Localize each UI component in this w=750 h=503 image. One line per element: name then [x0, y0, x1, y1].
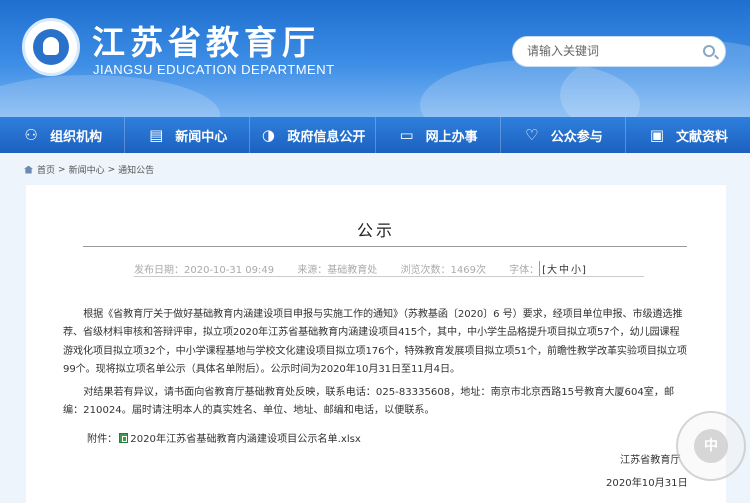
search-icon[interactable] [703, 45, 715, 57]
font-size-medium[interactable]: 中 [559, 265, 569, 276]
sign-date: 2020年10月31日 [606, 478, 688, 489]
breadcrumb: 首页 > 新闻中心 > 通知公告 [24, 163, 154, 176]
search-input[interactable] [527, 44, 697, 58]
nav-item-docs[interactable]: ▣ 文献资料 [626, 117, 750, 153]
article-source: 来源：基础教育处 [297, 265, 378, 276]
article-panel: 公示 发布日期：2020-10-31 09:49 来源：基础教育处 浏览次数：1… [26, 185, 726, 503]
article-paragraph: 根据《省教育厅关于做好基础教育内涵建设项目申报与实施工作的通知》（苏教基函〔20… [63, 309, 687, 375]
org-chart-icon: ⚇ [24, 126, 38, 144]
nav-item-label: 政府信息公开 [287, 129, 366, 145]
site-title[interactable]: 江苏省教育厅 [92, 16, 320, 64]
nav-item-label: 公众参与 [550, 129, 603, 145]
nav-item-label: 文献资料 [675, 129, 728, 145]
nav-item-label: 组织机构 [50, 129, 103, 145]
archive-icon: ▣ [649, 126, 665, 144]
site-logo[interactable] [22, 18, 80, 76]
seal-emblem-icon: 中 [694, 429, 728, 463]
attachment-link[interactable]: 2020年江苏省基础教育内涵建设项目公示名单.xlsx [130, 430, 361, 445]
view-count: 浏览次数：1469次 [400, 265, 486, 276]
breadcrumb-news[interactable]: 新闻中心 [69, 163, 105, 176]
signer: 江苏省教育厅 [620, 455, 681, 466]
breadcrumb-separator: > [107, 164, 116, 175]
home-icon [24, 165, 33, 174]
font-size-label: 字体： [509, 265, 540, 276]
article-paragraph: 对结果若有异议，请书面向省教育厅基础教育处反映，联系电话：025-8333560… [63, 387, 675, 417]
main-nav: ⚇ 组织机构 ▤ 新闻中心 ◑ 政府信息公开 ▭ 网上办事 ♡ 公众参与 ▣ 文献资料 [0, 117, 750, 153]
nav-item-public[interactable]: ♡ 公众参与 [501, 117, 626, 153]
nav-item-label: 网上办事 [425, 129, 478, 145]
monitor-icon: ▭ [399, 126, 414, 144]
logo-emblem-icon [33, 29, 69, 65]
nav-item-info[interactable]: ◑ 政府信息公开 [250, 117, 376, 153]
font-size-large[interactable]: 大 [547, 265, 557, 276]
nav-item-online[interactable]: ▭ 网上办事 [376, 117, 501, 153]
excel-file-icon [119, 432, 129, 443]
nav-item-org[interactable]: ⚇ 组织机构 [0, 117, 126, 153]
article-meta: 发布日期：2020-10-31 09:49 来源：基础教育处 浏览次数：1469… [134, 261, 608, 276]
heart-icon: ♡ [525, 126, 539, 144]
publish-time: 发布日期：2020-10-31 09:49 [134, 265, 275, 276]
breadcrumb-separator: > [58, 164, 66, 175]
school-watermark-seal: 中 [676, 411, 746, 481]
font-size-small[interactable]: 小 [571, 265, 581, 276]
nav-item-label: 新闻中心 [175, 129, 228, 145]
nav-item-news[interactable]: ▤ 新闻中心 [125, 117, 251, 153]
site-header: 江苏省教育厅 JIANGSU EDUCATION DEPARTMENT [0, 0, 750, 117]
attachment-label: 附件： [87, 434, 118, 445]
attachment: 附件： 2020年江苏省基础教育内涵建设项目公示名单.xlsx [87, 430, 361, 445]
breadcrumb-notices[interactable]: 通知公告 [118, 163, 154, 176]
site-subtitle: JIANGSU EDUCATION DEPARTMENT [93, 62, 335, 77]
title-divider [83, 246, 687, 247]
font-size-switcher: [大中小] [539, 261, 588, 276]
cloud-decoration [0, 75, 220, 117]
news-icon: ▤ [149, 126, 164, 144]
info-disclosure-icon: ◑ [261, 126, 275, 144]
meta-divider [134, 276, 644, 277]
article-title: 公示 [356, 221, 395, 240]
breadcrumb-home[interactable]: 首页 [37, 163, 55, 176]
search-box [512, 36, 726, 67]
